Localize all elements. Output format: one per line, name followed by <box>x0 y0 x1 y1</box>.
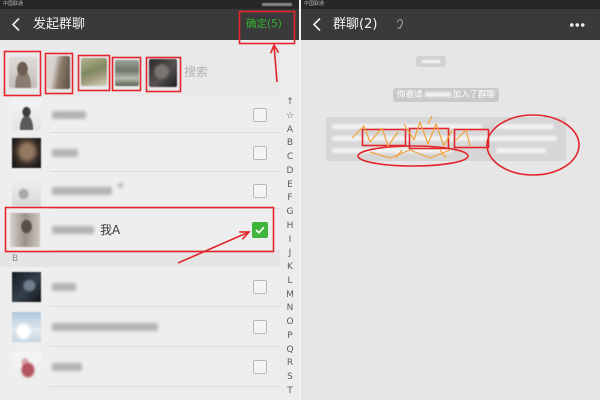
index-letter-q[interactable]: Q <box>283 344 297 358</box>
chevron-left-icon[interactable] <box>311 17 323 32</box>
screenshot-canvas: 中国联通 发起群聊 确定(5) 搜索 我A B ↑ ☆ A B C D E F … <box>0 0 600 400</box>
checkmark-icon <box>255 226 265 234</box>
contact-avatar <box>12 137 41 168</box>
blurred-timestamp <box>422 60 440 63</box>
index-letter-r[interactable]: R <box>283 357 297 371</box>
index-letter-t[interactable]: T <box>283 385 297 399</box>
status-icons <box>262 3 292 6</box>
index-letter-m[interactable]: M <box>283 289 297 303</box>
confirm-button[interactable]: 确定(5) <box>246 9 282 40</box>
blurred-contact-name <box>52 148 78 157</box>
group-notice-message <box>326 117 566 161</box>
create-group-chat-screen: 中国联通 发起群聊 确定(5) 搜索 我A B ↑ ☆ A B C D E F … <box>0 0 299 400</box>
blurred-text <box>332 136 557 141</box>
index-letter-j[interactable]: J <box>283 247 297 261</box>
contact-avatar <box>12 99 41 130</box>
selected-members-strip <box>0 40 280 98</box>
index-letter-s[interactable]: S <box>283 371 297 385</box>
status-bar: 中国联通 <box>0 0 299 9</box>
contact-avatar <box>12 352 41 382</box>
carrier-label: 中国联通 <box>304 1 325 7</box>
contact-row[interactable] <box>0 347 280 387</box>
blurred-contact-name <box>52 226 94 234</box>
index-letter-i[interactable]: I <box>283 234 297 248</box>
carrier-label: 中国联通 <box>3 1 24 7</box>
system-message: 你邀请 加入了群聊 <box>393 88 500 102</box>
blurred-text <box>332 148 452 153</box>
index-letter-g[interactable]: G <box>283 206 297 220</box>
contact-avatar <box>12 312 41 342</box>
selected-member-avatar[interactable] <box>115 60 139 86</box>
contact-row[interactable] <box>0 172 280 209</box>
index-letter-n[interactable]: N <box>283 302 297 316</box>
index-letter-l[interactable]: L <box>283 275 297 289</box>
group-chat-screen: 中国联通 群聊(2) 你邀请 加入了群聊 <box>301 0 600 400</box>
blurred-contact-name <box>52 110 86 119</box>
contact-checkbox[interactable] <box>252 222 268 238</box>
section-header: B <box>0 251 280 267</box>
index-letter-h[interactable]: H <box>283 220 297 234</box>
chat-title: 群聊(2) <box>333 17 378 32</box>
index-letter-b[interactable]: B <box>283 137 297 151</box>
contact-checkbox[interactable] <box>253 360 267 374</box>
blurred-contact-name <box>52 186 112 195</box>
blurred-contact-name <box>118 182 123 188</box>
index-top-arrow[interactable]: ↑ <box>283 96 297 110</box>
selected-member-avatar[interactable] <box>9 57 37 88</box>
contact-checkbox[interactable] <box>253 320 267 334</box>
contact-name: 我A <box>100 223 121 237</box>
contact-checkbox[interactable] <box>253 107 267 122</box>
nav-bar: 发起群聊 确定(5) <box>0 9 299 40</box>
index-letter-p[interactable]: P <box>283 330 297 344</box>
index-letter-o[interactable]: O <box>283 316 297 330</box>
earpiece-icon <box>397 19 404 29</box>
blurred-text <box>332 124 482 129</box>
contact-row-selected[interactable]: 我A <box>0 209 280 251</box>
selected-member-avatar[interactable] <box>149 59 177 87</box>
blurred-contact-name <box>52 323 158 331</box>
nav-bar: 群聊(2) <box>301 9 600 40</box>
index-letter-e[interactable]: E <box>283 179 297 193</box>
contact-avatar <box>10 213 40 247</box>
contact-row[interactable] <box>0 133 280 172</box>
blurred-text <box>496 148 546 153</box>
selected-member-avatar[interactable] <box>47 56 70 89</box>
contact-row[interactable] <box>0 267 280 307</box>
contact-avatar <box>12 175 41 206</box>
system-message-suffix: 加入了群聊 <box>452 90 496 100</box>
selected-member-avatar[interactable] <box>81 58 107 86</box>
contact-row[interactable] <box>0 96 280 133</box>
status-bar: 中国联通 <box>301 0 600 9</box>
index-letter-k[interactable]: K <box>283 261 297 275</box>
blurred-text <box>496 124 554 129</box>
index-letter-a[interactable]: A <box>283 124 297 138</box>
contact-checkbox[interactable] <box>253 145 267 160</box>
timestamp-pill <box>416 56 446 67</box>
section-letter: B <box>12 254 19 264</box>
index-letter-c[interactable]: C <box>283 151 297 165</box>
blurred-contact-name <box>52 283 76 291</box>
contact-row[interactable] <box>0 307 280 347</box>
contact-checkbox[interactable] <box>253 183 267 198</box>
index-letter-d[interactable]: D <box>283 165 297 179</box>
index-letter-f[interactable]: F <box>283 192 297 206</box>
chevron-left-icon[interactable] <box>10 17 22 32</box>
alphabet-index-bar[interactable]: ↑ ☆ A B C D E F G H I J K L M N O P Q R S T <box>283 96 297 399</box>
blurred-member-name <box>424 92 451 97</box>
system-message-prefix: 你邀请 <box>397 90 423 100</box>
blurred-contact-name <box>52 363 82 371</box>
search-input[interactable] <box>184 64 264 80</box>
contact-checkbox[interactable] <box>253 280 267 294</box>
page-title: 发起群聊 <box>33 17 86 32</box>
contact-avatar <box>12 272 41 302</box>
index-star[interactable]: ☆ <box>283 110 297 124</box>
more-dots-icon[interactable] <box>569 23 585 27</box>
